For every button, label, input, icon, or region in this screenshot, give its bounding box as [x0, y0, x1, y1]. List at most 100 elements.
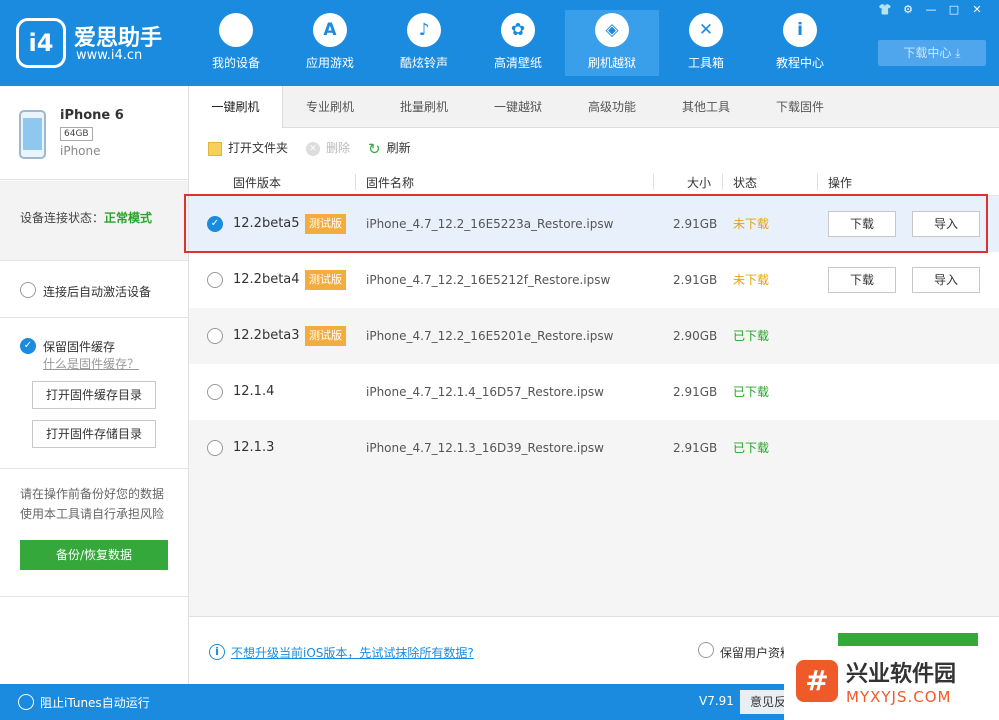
open-store-dir-button[interactable]: 打开固件存储目录 — [32, 420, 156, 448]
col-name: 固件名称 — [366, 176, 415, 190]
flower-icon: ✿ — [501, 13, 535, 47]
tab-7[interactable]: 下载固件 — [753, 86, 847, 128]
delete-label: 删除 — [326, 141, 351, 155]
table-empty-area — [189, 476, 999, 616]
table-row[interactable]: 12.2beta4 测试版 iPhone_4.7_12.2_16E5212f_Res… — [189, 252, 999, 308]
row-select-radio[interactable] — [207, 440, 223, 456]
firmware-name: iPhone_4.7_12.1.4_16D57_Restore.ipsw — [366, 385, 604, 399]
firmware-version: 12.2beta4 — [233, 272, 300, 287]
beta-badge: 测试版 — [305, 326, 346, 346]
minimize-icon[interactable]: — — [921, 3, 941, 17]
firmware-version: 12.2beta3 — [233, 328, 300, 343]
erase-data-link[interactable]: 不想升级当前iOS版本，先试试抹除所有数据? — [231, 644, 474, 661]
tab-4[interactable]: 一键越狱 — [471, 86, 565, 128]
nav-item-toolbox[interactable]: ✕ 工具箱 — [659, 10, 753, 76]
open-cache-dir-button[interactable]: 打开固件缓存目录 — [32, 381, 156, 409]
watermark-logo-icon: # — [796, 660, 838, 702]
nav-item-label: 工具箱 — [687, 56, 724, 70]
keep-cache-checkbox[interactable]: ✓ — [20, 338, 36, 354]
table-row[interactable]: 12.1.4 iPhone_4.7_12.1.4_16D57_Restore.ip… — [189, 364, 999, 420]
firmware-version: 12.2beta5 — [233, 216, 300, 231]
site-watermark: # 兴业软件园 MYXYJS.COM — [784, 646, 999, 720]
nav-item-ringtones[interactable]: ♪ 酷炫铃声 — [377, 10, 471, 76]
beta-badge: 测试版 — [305, 214, 346, 234]
window-controls: 👕 ⚙ — □ ✕ — [872, 3, 987, 17]
row-select-radio[interactable] — [207, 272, 223, 288]
device-name: iPhone 6 — [60, 108, 124, 123]
device-capacity-badge: 64GB — [60, 127, 93, 141]
firmware-status: 已下载 — [733, 441, 770, 455]
keep-user-data-radio[interactable] — [698, 642, 714, 658]
row-select-radio[interactable] — [207, 328, 223, 344]
delete-button[interactable]: ✕ 删除 — [306, 139, 350, 157]
firmware-size: 2.90GB — [673, 329, 718, 343]
nav-item-label: 酷炫铃声 — [399, 56, 448, 70]
table-row[interactable]: 12.2beta3 测试版 iPhone_4.7_12.2_16E5201e_Res… — [189, 308, 999, 364]
what-is-cache-link[interactable]: 什么是固件缓存？ — [43, 355, 139, 372]
nav-item-tutorials[interactable]: i 教程中心 — [753, 10, 847, 76]
import-button[interactable]: 导入 — [912, 211, 980, 237]
connection-status: 设备连接状态：正常模式 — [0, 181, 188, 261]
nav-item-apps[interactable]: A 应用游戏 — [283, 10, 377, 76]
nav-item-label: 教程中心 — [775, 56, 824, 70]
close-icon[interactable]: ✕ — [967, 3, 987, 17]
firmware-name: iPhone_4.7_12.2_16E5201e_Restore.ipsw — [366, 329, 614, 343]
toolbar: 打开文件夹 ✕ 删除 ↻ 刷新 — [189, 128, 999, 168]
table-row[interactable]: 12.1.3 iPhone_4.7_12.1.3_16D39_Restore.ip… — [189, 420, 999, 476]
row-select-radio[interactable] — [207, 384, 223, 400]
app-version: V7.91 — [699, 694, 734, 708]
auto-activate-radio[interactable] — [20, 282, 36, 298]
auto-activate-label: 连接后自动激活设备 — [43, 285, 152, 299]
tab-3[interactable]: 批量刷机 — [377, 86, 471, 128]
iphone-icon — [19, 110, 46, 159]
gear-icon[interactable]: ⚙ — [898, 3, 918, 17]
open-folder-label: 打开文件夹 — [228, 141, 289, 155]
refresh-button[interactable]: ↻ 刷新 — [368, 139, 411, 158]
table-row[interactable]: ✓ 12.2beta5 测试版 iPhone_4.7_12.2_16E5223a_Re… — [189, 196, 999, 252]
watermark-url: MYXYJS.COM — [846, 688, 952, 706]
keep-cache-label: 保留固件缓存 — [43, 340, 116, 354]
firmware-name: iPhone_4.7_12.2_16E5223a_Restore.ipsw — [366, 217, 614, 231]
firmware-size: 2.91GB — [673, 217, 718, 231]
firmware-status: 已下载 — [733, 329, 770, 343]
download-center-button[interactable]: 下载中心 ⤓ — [878, 40, 986, 66]
download-button[interactable]: 下载 — [828, 267, 896, 293]
import-button[interactable]: 导入 — [912, 267, 980, 293]
folder-icon — [208, 141, 222, 156]
info-icon: i — [209, 644, 225, 660]
nav-item-my-device[interactable]: 我的设备 — [189, 10, 283, 76]
nav-item-wallpapers[interactable]: ✿ 高清壁纸 — [471, 10, 565, 76]
download-button[interactable]: 下载 — [828, 211, 896, 237]
tools-icon: ✕ — [689, 13, 723, 47]
open-folder-button[interactable]: 打开文件夹 — [208, 139, 288, 157]
delete-icon: ✕ — [306, 141, 320, 156]
title-bar: i4 爱思助手 www.i4.cn 我的设备 A 应用游戏 ♪ 酷炫铃声 ✿ 高清壁纸 ◈ 刷机… — [0, 0, 999, 86]
col-size: 大小 — [687, 176, 712, 190]
flash-tabs: 一键刷机 专业刷机 批量刷机 一键越狱 高级功能 其他工具 下载固件 — [189, 86, 999, 129]
backup-restore-button[interactable]: 备份/恢复数据 — [20, 540, 168, 570]
maximize-icon[interactable]: □ — [944, 3, 964, 17]
block-itunes-label: 阻止iTunes自动运行 — [40, 696, 150, 710]
feedback-button[interactable]: 意见反馈 — [740, 690, 790, 714]
auto-activate-option[interactable]: 连接后自动激活设备 — [0, 262, 188, 318]
skin-icon[interactable]: 👕 — [875, 3, 895, 17]
app-store-icon: A — [313, 13, 347, 47]
sidebar-divider — [0, 596, 188, 597]
nav-item-label: 我的设备 — [211, 56, 260, 70]
block-itunes-radio[interactable] — [18, 694, 34, 710]
tab-2[interactable]: 专业刷机 — [283, 86, 377, 128]
keep-user-data-label: 保留用户资料 — [720, 646, 793, 660]
tab-1[interactable]: 一键刷机 — [189, 86, 283, 129]
nav-item-flash[interactable]: ◈ 刷机越狱 — [565, 10, 659, 76]
tab-5[interactable]: 高级功能 — [565, 86, 659, 128]
nav-item-label: 高清壁纸 — [493, 56, 542, 70]
col-status: 状态 — [733, 176, 758, 190]
beta-badge: 测试版 — [305, 270, 346, 290]
firmware-size: 2.91GB — [673, 385, 718, 399]
tab-6[interactable]: 其他工具 — [659, 86, 753, 128]
row-selected-checkbox[interactable]: ✓ — [207, 216, 223, 232]
connection-status-value: 正常模式 — [104, 211, 153, 225]
download-center-label: 下载中心 — [903, 46, 952, 60]
logo-icon: i4 — [16, 18, 66, 68]
firmware-name: iPhone_4.7_12.1.3_16D39_Restore.ipsw — [366, 441, 604, 455]
